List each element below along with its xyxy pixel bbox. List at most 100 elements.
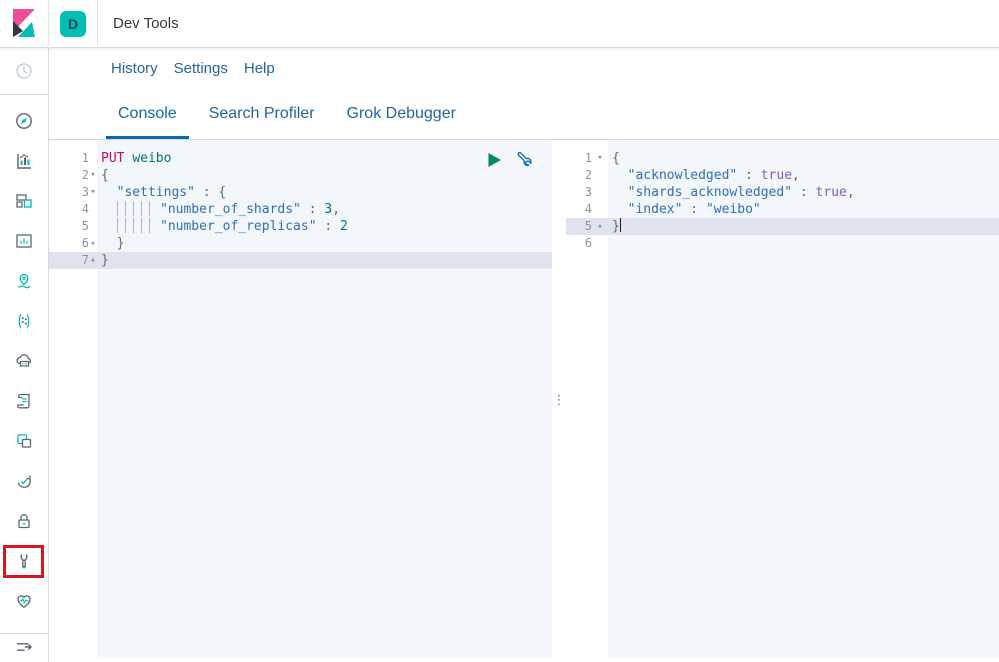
fold-spacer: [89, 218, 97, 235]
canvas-icon: [14, 231, 34, 251]
sidebar-item-maps[interactable]: [14, 271, 34, 291]
kibana-logo[interactable]: [0, 0, 48, 48]
fold-toggle-icon[interactable]: ▾: [592, 150, 608, 167]
line-number: 1: [566, 150, 592, 167]
code-line[interactable]: 4 "number_of_shards" : 3,: [49, 201, 552, 218]
sidebar-item-stack-monitoring[interactable]: [14, 591, 34, 611]
code-line[interactable]: 3 "shards_acknowledged" : true,: [566, 184, 999, 201]
line-number: 4: [566, 201, 592, 218]
sidebar-item-dashboard[interactable]: [14, 191, 34, 211]
line-number: 2: [566, 167, 592, 184]
menu-item-history[interactable]: History: [111, 60, 158, 77]
request-editor[interactable]: 1PUT weibo2▾{3▾ "settings" : {4"number_o…: [49, 140, 552, 658]
sidebar-item-canvas[interactable]: [14, 231, 34, 251]
code-text[interactable]: PUT weibo: [97, 150, 552, 167]
fold-toggle-icon[interactable]: ▴: [89, 252, 97, 269]
compass-icon: [14, 111, 34, 131]
line-number: 5: [49, 218, 89, 235]
clock-icon: [14, 61, 34, 81]
sidebar-item-siem[interactable]: [14, 511, 34, 531]
devtools-menu: History Settings Help: [111, 60, 275, 77]
code-text[interactable]: {: [608, 150, 999, 167]
menu-item-help[interactable]: Help: [244, 60, 275, 77]
line-number: 4: [49, 201, 89, 218]
sidebar-item-apm[interactable]: [14, 431, 34, 451]
header-divider: [97, 0, 98, 48]
play-icon: [487, 152, 502, 168]
app-badge[interactable]: D: [60, 11, 86, 37]
menu-item-settings[interactable]: Settings: [174, 60, 228, 77]
code-text[interactable]: "settings" : {: [97, 184, 552, 201]
collapse-menu-icon: [14, 637, 34, 657]
code-text[interactable]: }: [97, 235, 552, 252]
sidebar-item-discover[interactable]: [14, 111, 34, 131]
code-text[interactable]: "number_of_replicas" : 2: [97, 218, 552, 235]
sidebar-item-machine-learning[interactable]: [14, 311, 34, 331]
fold-toggle-icon[interactable]: ▴: [592, 218, 608, 235]
code-text[interactable]: }: [97, 252, 552, 269]
code-text[interactable]: }: [608, 218, 999, 235]
code-line[interactable]: 5▴}: [566, 218, 999, 235]
sidebar-item-collapse-navigation[interactable]: [14, 637, 34, 657]
code-line[interactable]: 1 PUT weibo: [49, 150, 552, 167]
tab-grok-debugger[interactable]: Grok Debugger: [335, 92, 468, 139]
line-number: 3: [49, 184, 89, 201]
sidebar-item-uptime[interactable]: [14, 471, 34, 491]
code-line[interactable]: 6: [566, 235, 999, 252]
sidebar-item-logs[interactable]: [14, 391, 34, 411]
sidebar-divider: [0, 633, 48, 634]
code-line[interactable]: 3▾ "settings" : {: [49, 184, 552, 201]
code-text[interactable]: "shards_acknowledged" : true,: [608, 184, 999, 201]
line-number: 5: [566, 218, 592, 235]
devtools-tabs: Console Search Profiler Grok Debugger: [106, 92, 468, 139]
wrench-icon: [515, 151, 532, 168]
code-line[interactable]: 4 "index" : "weibo": [566, 201, 999, 218]
code-line[interactable]: 2 "acknowledged" : true,: [566, 167, 999, 184]
kibana-logo-icon: [12, 9, 36, 38]
fold-spacer: [592, 235, 608, 252]
tab-search-profiler[interactable]: Search Profiler: [197, 92, 327, 139]
map-pin-icon: [14, 271, 34, 291]
response-lines: 1▾{2 "acknowledged" : true,3 "shards_ack…: [566, 150, 999, 252]
line-number: 6: [566, 235, 592, 252]
logs-icon: [14, 391, 34, 411]
request-options-button[interactable]: [515, 151, 532, 173]
line-number: 7: [49, 252, 89, 269]
code-text[interactable]: {: [97, 167, 552, 184]
fold-toggle-icon[interactable]: ▾: [89, 167, 97, 184]
send-request-button[interactable]: [487, 152, 502, 173]
line-number: 3: [566, 184, 592, 201]
code-text[interactable]: "index" : "weibo": [608, 201, 999, 218]
uptime-icon: [14, 471, 34, 491]
panel-resizer[interactable]: ⋮: [552, 140, 566, 658]
code-text[interactable]: "acknowledged" : true,: [608, 167, 999, 184]
cloud-server-icon: [14, 351, 34, 371]
indent-guides: [117, 201, 151, 216]
request-actions: [487, 151, 532, 173]
fold-toggle-icon[interactable]: ▾: [89, 184, 97, 201]
lock-icon: [14, 511, 34, 531]
code-line[interactable]: 7▴}: [49, 252, 552, 269]
code-line[interactable]: 6▴ }: [49, 235, 552, 252]
indent-guides: [117, 218, 151, 233]
code-line[interactable]: 1▾{: [566, 150, 999, 167]
code-line[interactable]: 2▾{: [49, 167, 552, 184]
code-text[interactable]: [608, 235, 999, 252]
line-number: 1: [49, 150, 89, 167]
fold-toggle-icon[interactable]: ▴: [89, 235, 97, 252]
machine-learning-icon: [14, 311, 34, 331]
code-line[interactable]: 5 "number_of_replicas" : 2: [49, 218, 552, 235]
tab-console[interactable]: Console: [106, 92, 189, 139]
top-bar: D Dev Tools: [0, 0, 999, 48]
text-cursor: [620, 218, 622, 232]
console-panels: 1PUT weibo2▾{3▾ "settings" : {4"number_o…: [49, 139, 999, 658]
response-viewer[interactable]: 1▾{2 "acknowledged" : true,3 "shards_ack…: [566, 140, 999, 658]
sidebar-item-recent[interactable]: [0, 48, 48, 95]
apm-icon: [14, 431, 34, 451]
sidebar-nav: [0, 48, 49, 662]
code-text[interactable]: "number_of_shards" : 3,: [97, 201, 552, 218]
sidebar-item-infrastructure[interactable]: [14, 351, 34, 371]
annotation-highlight-box: [3, 545, 44, 578]
request-lines: 1PUT weibo2▾{3▾ "settings" : {4"number_o…: [49, 150, 552, 269]
sidebar-item-visualize[interactable]: [14, 151, 34, 171]
